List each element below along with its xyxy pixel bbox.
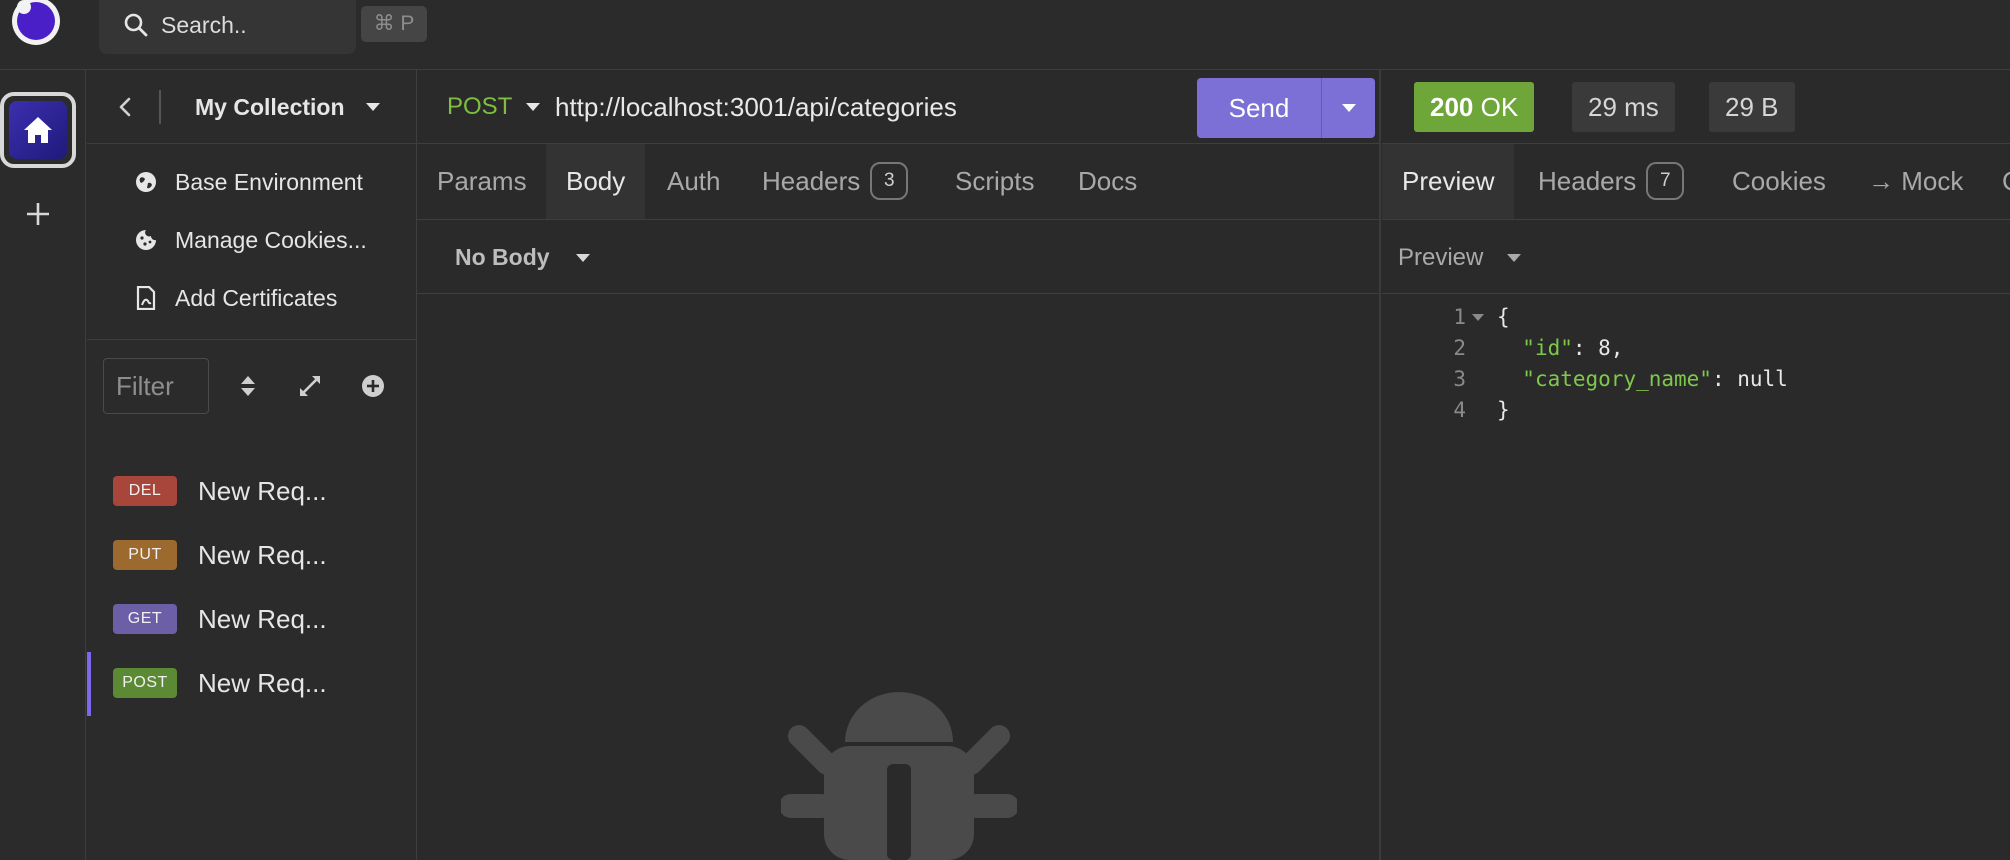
manage-cookies-label: Manage Cookies... (175, 226, 367, 253)
code-text: } (1497, 398, 1510, 422)
fold-caret-icon[interactable] (1472, 314, 1484, 322)
request-name: New Req... (198, 540, 327, 570)
chevron-down-icon[interactable] (1506, 253, 1522, 263)
tab-preview[interactable]: Preview (1382, 144, 1515, 219)
home-button[interactable] (0, 92, 76, 168)
app-logo-icon[interactable] (6, 0, 64, 50)
collection-header: My Collection (87, 70, 417, 144)
home-icon (24, 117, 52, 143)
request-item-put[interactable]: PUT New Req... (87, 524, 417, 588)
base-environment-item[interactable]: Base Environment (132, 162, 363, 202)
search-placeholder: Search.. (161, 12, 247, 38)
response-status-bar: 200 OK 29 ms 29 B (1382, 70, 2010, 144)
expand-icon[interactable] (296, 372, 324, 400)
chevron-down-icon[interactable] (575, 253, 591, 263)
method-select[interactable]: POST (447, 93, 512, 121)
add-certificates-label: Add Certificates (175, 284, 338, 311)
body-type-select[interactable]: No Body (455, 244, 550, 271)
response-pane: 200 OK 29 ms 29 B Preview Headers 7 Cooki… (1382, 70, 2010, 860)
add-icon[interactable] (22, 198, 54, 230)
code-line: 2 "id": 8, (1382, 333, 2010, 364)
tab-cookies[interactable]: Cookies (1712, 144, 1846, 219)
method-badge: DEL (113, 476, 177, 506)
add-certificates-item[interactable]: Add Certificates (132, 278, 337, 318)
request-item-post[interactable]: POST New Req... (87, 652, 417, 716)
tab-mock[interactable]: → Mock (1848, 144, 1983, 219)
sidebar-divider (87, 339, 417, 340)
status-badge: 200 OK (1414, 82, 1535, 132)
tab-auth[interactable]: Auth (647, 144, 741, 219)
code-text: "category_name": null (1522, 367, 1788, 391)
line-number: 3 (1453, 367, 1466, 391)
chevron-down-icon[interactable] (525, 102, 541, 112)
response-tabs: Preview Headers7 Cookies → Mock C (1382, 144, 2010, 220)
filter-input[interactable] (104, 359, 208, 413)
request-tabs: Params Body Auth Headers 3 Scripts Docs (417, 144, 1381, 220)
line-number: 2 (1453, 336, 1466, 360)
tab-response-headers[interactable]: Headers 7 (1518, 144, 1704, 219)
collection-name[interactable]: My Collection (195, 94, 345, 121)
tab-overflow[interactable]: C (1982, 144, 2010, 219)
headers-count-badge: 3 (870, 162, 909, 201)
request-name: New Req... (198, 604, 327, 634)
bug-illustration-icon (781, 692, 1017, 860)
url-input[interactable]: http://localhost:3001/api/categories (555, 92, 957, 123)
tab-params[interactable]: Params (417, 144, 547, 219)
cookie-icon (132, 226, 160, 254)
code-text: "id": 8, (1522, 336, 1624, 360)
chevron-down-icon (1341, 104, 1356, 112)
search-icon (124, 13, 148, 37)
line-number: 4 (1453, 398, 1466, 422)
left-rail (0, 70, 86, 860)
tab-body[interactable]: Body (546, 144, 646, 219)
response-size-badge: 29 B (1709, 82, 1795, 132)
app-window: Search.. ⌘ P My Collection Base Environm… (0, 0, 2010, 860)
tab-scripts[interactable]: Scripts (935, 144, 1054, 219)
request-item-get[interactable]: GET New Req... (87, 588, 417, 652)
manage-cookies-item[interactable]: Manage Cookies... (132, 220, 367, 260)
globe-icon (132, 168, 160, 196)
code-line: 3 "category_name": null (1382, 364, 2010, 395)
body-type-bar: No Body (417, 220, 1381, 294)
line-number: 1 (1453, 305, 1466, 329)
send-button[interactable]: Send (1197, 78, 1321, 138)
preview-mode-select[interactable]: Preview (1398, 244, 1483, 272)
add-request-icon[interactable] (359, 372, 387, 400)
collection-sidebar: My Collection Base Environment Manage Co… (87, 70, 417, 860)
request-name: New Req... (198, 668, 327, 698)
base-environment-label: Base Environment (175, 168, 363, 195)
response-headers-count-badge: 7 (1646, 162, 1685, 201)
preview-mode-bar: Preview (1382, 220, 2010, 294)
request-item-delete[interactable]: DEL New Req... (87, 460, 417, 524)
code-line: 1 { (1382, 302, 2010, 333)
send-button-group: Send (1197, 78, 1375, 138)
code-text: { (1497, 305, 1510, 329)
request-pane: POST http://localhost:3001/api/categorie… (417, 70, 1381, 860)
request-name: New Req... (198, 476, 327, 506)
header-divider (159, 90, 161, 124)
url-bar: POST http://localhost:3001/api/categorie… (417, 70, 1381, 144)
response-time-badge: 29 ms (1572, 82, 1675, 132)
chevron-down-icon[interactable] (365, 102, 381, 112)
method-badge: PUT (113, 540, 177, 570)
send-options-button[interactable] (1321, 78, 1375, 138)
method-badge: GET (113, 604, 177, 634)
response-body-viewer[interactable]: 1 { 2 "id": 8, 3 "category_name": null 4… (1382, 302, 2010, 426)
method-badge: POST (113, 668, 177, 698)
top-bar: Search.. ⌘ P (0, 0, 2010, 70)
certificate-icon (132, 284, 160, 312)
chevron-left-icon[interactable] (113, 94, 139, 120)
sort-icon[interactable] (234, 372, 262, 400)
search-shortcut-badge: ⌘ P (361, 6, 427, 42)
filter-field[interactable] (103, 358, 209, 414)
code-line: 4 } (1382, 395, 2010, 426)
search-bar[interactable]: Search.. ⌘ P (99, 0, 427, 54)
tab-docs[interactable]: Docs (1058, 144, 1157, 219)
tab-headers[interactable]: Headers 3 (742, 144, 928, 219)
